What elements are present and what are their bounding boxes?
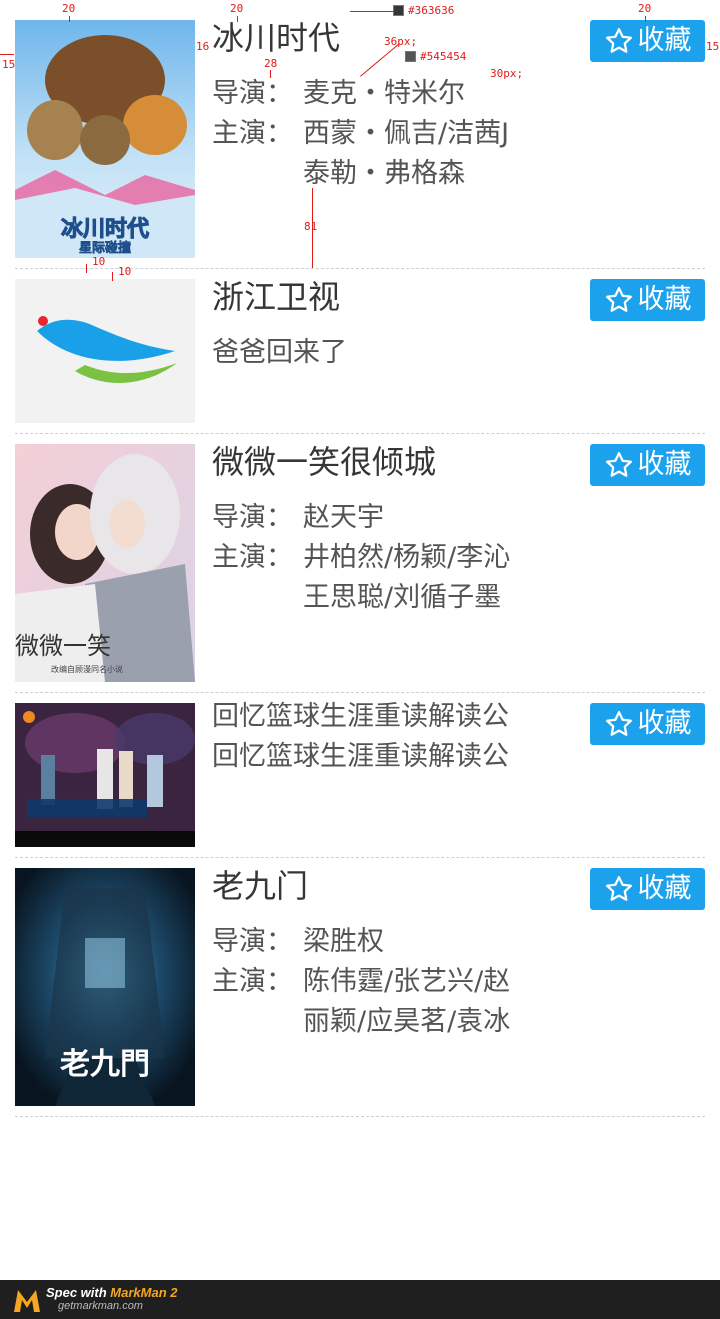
video-title-line-1: 回忆篮球生涯重读解读公 [212, 701, 509, 732]
cast-label: 主演： [212, 118, 293, 149]
cast-label: 主演： [212, 966, 293, 997]
item-title: 微微一笑很倾城 [212, 443, 437, 481]
spec-title-size: 36px; [384, 35, 418, 48]
video-frame [15, 703, 195, 847]
poster-image: 老九門 [15, 868, 195, 1106]
cast-line-2: 王思聪/刘循子墨 [212, 578, 501, 618]
director-label: 导演： [212, 502, 293, 533]
video-thumbnail[interactable] [15, 703, 195, 847]
spec-left: 15 [2, 58, 16, 71]
poster-image: 冰川时代 星际碰撞 [15, 20, 195, 258]
list-item[interactable]: 浙江卫视 爸爸回来了 收藏 [15, 269, 705, 434]
poster-title: 冰川时代 [61, 217, 149, 242]
director-line: 导演： 赵天宇 [212, 498, 384, 538]
spec-title-meta-gap: 28 [264, 57, 278, 70]
poster-laojiumen[interactable]: 老九門 [15, 868, 195, 1106]
favorite-button[interactable]: 收藏 [590, 20, 705, 62]
list-item[interactable]: 回忆篮球生涯重读解读公 回忆篮球生涯重读解读公 收藏 [15, 693, 705, 858]
star-icon [605, 452, 632, 477]
footer-brand[interactable]: Spec with MarkMan 2 [46, 1285, 178, 1300]
star-icon [605, 711, 632, 736]
star-icon [605, 876, 632, 901]
cast-line: 主演： 陈伟霆/张艺兴/赵 [212, 962, 510, 1002]
poster-title: 老九門 [60, 1047, 150, 1082]
list-item[interactable]: 老九門 老九门 导演： 梁胜权 主演： 陈伟霆/张艺兴/赵 丽颖/应昊茗/袁冰 收藏 [15, 858, 705, 1117]
cast-value: 陈伟霆/张艺兴/赵 [303, 966, 511, 997]
spec-top-mid: 20 [230, 2, 244, 15]
favorite-label: 收藏 [637, 449, 692, 480]
favorite-button[interactable]: 收藏 [590, 444, 705, 486]
cast-line: 主演： 西蒙・佩吉/洁茜J [212, 114, 509, 154]
spec-top-right: 20 [638, 2, 652, 15]
item-title: 老九门 [212, 867, 309, 905]
director-line: 导演： 梁胜权 [212, 922, 384, 962]
spec-meta-size: 30px; [490, 67, 524, 80]
cast-value: 井柏然/杨颖/李沁 [303, 542, 511, 573]
favorite-button[interactable]: 收藏 [590, 868, 705, 910]
spec-color-swatch [393, 5, 404, 16]
video-title-line-2: 回忆篮球生涯重读解读公 [212, 741, 509, 772]
footer-site-link[interactable]: getmarkman.com [58, 1300, 143, 1312]
poster-image: 微微一笑 改编自顾漫同名小说 [15, 444, 195, 682]
footer-brand-prefix: Spec with [46, 1285, 111, 1300]
favorite-label: 收藏 [637, 25, 692, 56]
markman-footer: Spec with MarkMan 2 getmarkman.com [0, 1280, 720, 1319]
spec-gap: 16 [196, 40, 210, 53]
poster-zhejiang-tv[interactable] [15, 279, 195, 423]
cast-value-2: 王思聪/刘循子墨 [303, 582, 502, 613]
spec-meta-color: #545454 [420, 50, 467, 63]
favorite-label: 收藏 [637, 708, 692, 739]
poster-ice-age[interactable]: 冰川时代 星际碰撞 [15, 20, 195, 258]
favorite-button[interactable]: 收藏 [590, 703, 705, 745]
footer-brand-name: MarkMan 2 [110, 1285, 178, 1300]
poster-subtitle: 星际碰撞 [79, 240, 131, 256]
cast-line-2: 泰勒・弗格森 [212, 154, 465, 194]
director-value: 赵天宇 [303, 502, 384, 533]
favorite-label: 收藏 [637, 873, 692, 904]
cast-line: 主演： 井柏然/杨颖/李沁 [212, 538, 510, 578]
cast-value: 西蒙・佩吉/洁茜J [303, 118, 510, 149]
program-name: 爸爸回来了 [212, 337, 347, 368]
director-label: 导演： [212, 78, 293, 109]
cast-value-2: 泰勒・弗格森 [303, 158, 465, 189]
item-title: 冰川时代 [212, 19, 341, 57]
spec-row-bottom: 81 [304, 220, 318, 233]
director-value: 梁胜权 [303, 926, 384, 957]
poster-weiwei[interactable]: 微微一笑 改编自顾漫同名小说 [15, 444, 195, 682]
spec-pad-b: 10 [118, 265, 132, 278]
zhejiang-tv-logo-icon [37, 316, 177, 383]
director-line: 导演： 麦克・特米尔 [212, 74, 465, 114]
item-title: 浙江卫视 [212, 278, 341, 316]
favorite-label: 收藏 [637, 284, 692, 315]
star-icon [605, 287, 632, 312]
favorite-button[interactable]: 收藏 [590, 279, 705, 321]
spec-top-left: 20 [62, 2, 76, 15]
star-icon [605, 28, 632, 53]
spec-right: 15 [706, 40, 720, 53]
poster-subtitle: 改编自顾漫同名小说 [51, 664, 123, 674]
cast-line-2: 丽颖/应昊茗/袁冰 [212, 1002, 510, 1042]
spec-title-color: #363636 [408, 4, 455, 17]
markman-logo-icon [14, 1290, 40, 1312]
poster-title: 微微一笑 [15, 632, 111, 660]
list-item[interactable]: 冰川时代 星际碰撞 冰川时代 导演： 麦克・特米尔 主演： 西蒙・佩吉/洁茜J 泰勒… [15, 0, 705, 269]
cast-value-2: 丽颖/应昊茗/袁冰 [303, 1006, 511, 1037]
director-value: 麦克・特米尔 [303, 78, 465, 109]
spec-color-swatch [405, 51, 416, 62]
cast-label: 主演： [212, 542, 293, 573]
list-item[interactable]: 微微一笑 改编自顾漫同名小说 微微一笑很倾城 导演： 赵天宇 主演： 井柏然/杨颖/… [15, 434, 705, 693]
director-label: 导演： [212, 926, 293, 957]
spec-pad-a: 10 [92, 255, 106, 268]
